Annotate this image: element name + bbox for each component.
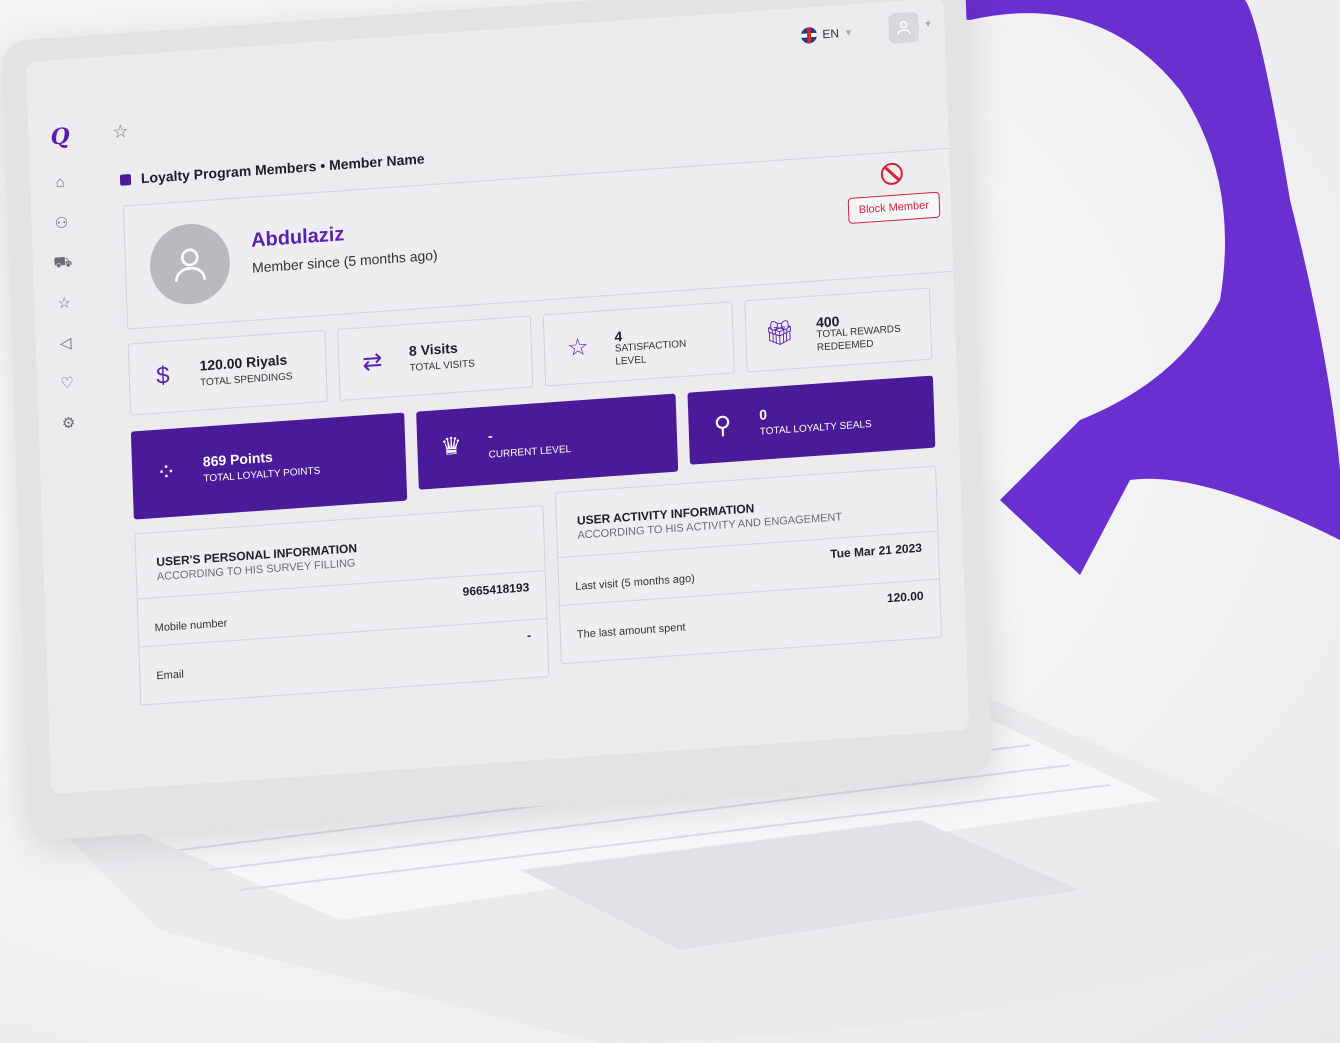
loading-dots-icon: ⁘ bbox=[155, 458, 177, 487]
star-badge-icon: ☆ bbox=[566, 333, 590, 362]
sidebar: Q ⌂ ⚇ ⛟ ☆ ◁ ♡ ⚙ bbox=[28, 114, 111, 794]
stat-label: TOTAL SPENDINGS bbox=[199, 371, 293, 389]
stat-label: TOTAL VISITS bbox=[409, 358, 476, 374]
user-icon bbox=[897, 20, 911, 35]
main-content: Loyalty Program Members • Member Name Ab… bbox=[99, 99, 968, 789]
stat-total-visits: ⇄ 8 Visits TOTAL VISITS bbox=[337, 315, 534, 401]
megaphone-icon[interactable]: ◁ bbox=[55, 333, 76, 354]
members-icon[interactable]: ⚇ bbox=[51, 213, 72, 234]
user-avatar-button[interactable] bbox=[888, 11, 920, 44]
block-icon bbox=[880, 162, 904, 186]
laptop-lid: EN ▼ ▼ Q ⌂ ⚇ ⛟ ☆ ◁ ♡ ⚙ ☆ Loyalty Program… bbox=[1, 0, 993, 842]
info-label: Email bbox=[156, 668, 185, 683]
stat-label: SATISFACTION LEVEL bbox=[614, 338, 687, 368]
user-icon bbox=[175, 248, 207, 282]
activity-info-card: USER ACTIVITY INFORMATION ACCORDING TO H… bbox=[554, 465, 943, 665]
stat-satisfaction-level: ☆ 4 SATISFACTION LEVEL bbox=[542, 301, 735, 387]
home-icon[interactable]: ⌂ bbox=[50, 173, 71, 194]
stat-value: 8 Visits bbox=[408, 339, 458, 359]
money-hand-icon: $ bbox=[155, 361, 171, 390]
info-value: 9665418193 bbox=[462, 580, 530, 599]
stat-value: 0 bbox=[758, 406, 768, 423]
app-logo[interactable]: Q bbox=[50, 123, 70, 150]
star-icon[interactable]: ☆ bbox=[54, 293, 75, 314]
breadcrumb: Loyalty Program Members • Member Name bbox=[119, 150, 425, 187]
settings-icon[interactable]: ⚙ bbox=[58, 413, 79, 434]
chevron-down-icon: ▼ bbox=[923, 18, 933, 30]
breadcrumb-marker bbox=[119, 173, 132, 186]
favorite-star-icon[interactable]: ☆ bbox=[112, 121, 129, 143]
gift-icon: 🎁︎ bbox=[763, 319, 796, 349]
personal-info-card: USER'S PERSONAL INFORMATION ACCORDING TO… bbox=[134, 505, 550, 706]
member-name: Abdulaziz bbox=[250, 223, 345, 252]
stat-label: CURRENT LEVEL bbox=[488, 443, 572, 461]
info-label: Mobile number bbox=[154, 617, 228, 635]
info-value: 120.00 bbox=[886, 588, 924, 606]
info-value: Tue Mar 21 2023 bbox=[830, 540, 923, 562]
block-member-button[interactable]: Block Member bbox=[847, 191, 941, 225]
cart-icon[interactable]: ⛟ bbox=[53, 253, 74, 274]
stat-label: TOTAL LOYALTY SEALS bbox=[759, 418, 872, 438]
stat-total-rewards: 🎁︎ 400 TOTAL REWARDS REDEEMED bbox=[744, 287, 933, 373]
app-screen: EN ▼ ▼ Q ⌂ ⚇ ⛟ ☆ ◁ ♡ ⚙ ☆ Loyalty Program… bbox=[25, 0, 970, 795]
stamp-icon: ⚲ bbox=[713, 411, 732, 440]
stat-current-level: ♛ - CURRENT LEVEL bbox=[416, 393, 679, 490]
breadcrumb-text: Loyalty Program Members • Member Name bbox=[140, 150, 425, 187]
stat-loyalty-points: ⁘ 869 Points TOTAL LOYALTY POINTS bbox=[130, 412, 408, 520]
language-label: EN bbox=[822, 26, 840, 42]
stat-label: TOTAL REWARDS REDEEMED bbox=[816, 323, 901, 354]
chevron-down-icon: ▼ bbox=[843, 27, 854, 38]
info-value: - bbox=[526, 628, 532, 643]
info-label: The last amount spent bbox=[576, 621, 686, 641]
stat-loyalty-seals: ⚲ 0 TOTAL LOYALTY SEALS bbox=[687, 375, 936, 465]
stat-value: 869 Points bbox=[202, 448, 274, 470]
member-avatar bbox=[148, 221, 232, 307]
language-switcher[interactable]: EN ▼ bbox=[801, 24, 853, 44]
stat-total-spendings: $ 120.00 Riyals TOTAL SPENDINGS bbox=[127, 329, 328, 416]
exchange-arrows-icon: ⇄ bbox=[361, 347, 383, 377]
member-since: Member since (5 months ago) bbox=[251, 246, 438, 276]
stat-value: - bbox=[487, 427, 493, 444]
loyalty-icon[interactable]: ♡ bbox=[57, 373, 78, 394]
uk-flag-icon bbox=[801, 26, 818, 44]
crown-icon: ♛ bbox=[440, 432, 463, 462]
info-label: Last visit (5 months ago) bbox=[575, 572, 696, 593]
stat-value: 120.00 Riyals bbox=[199, 351, 288, 374]
